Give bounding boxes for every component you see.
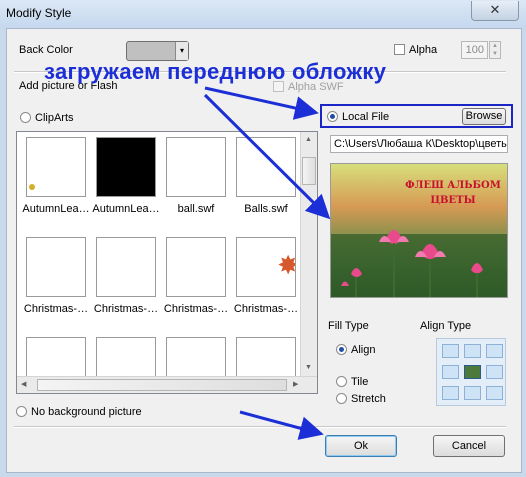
ok-button[interactable]: Ok <box>325 435 397 457</box>
scroll-thumb[interactable] <box>302 157 316 185</box>
clipart-label: AutumnLea… <box>92 203 160 215</box>
align-option[interactable] <box>486 386 503 400</box>
local-file-radio[interactable] <box>327 111 338 122</box>
align-option[interactable] <box>464 386 481 400</box>
align-option[interactable] <box>486 344 503 358</box>
no-background-label: No background picture <box>31 406 142 418</box>
window-title: Modify Style <box>6 6 72 20</box>
browse-button[interactable]: Browse <box>462 108 506 125</box>
title-bar[interactable] <box>0 0 526 28</box>
align-option[interactable] <box>464 365 481 379</box>
divider <box>14 426 506 428</box>
alpha-value-input[interactable]: 100 <box>461 41 488 59</box>
clipart-label: Christmas-… <box>163 303 229 315</box>
clipart-item[interactable]: Christmas-… <box>21 237 91 315</box>
clipart-label: AutumnLea… <box>22 203 90 215</box>
clipart-list[interactable]: AutumnLea… AutumnLea… ball.swf Balls.swf Chr… <box>16 131 318 394</box>
align-option[interactable] <box>464 344 481 358</box>
preview-caption-line1: ФЛЕШ АЛЬБОМ <box>405 180 501 191</box>
fill-align-radio[interactable] <box>336 344 347 355</box>
clipart-item[interactable]: AutumnLea… <box>21 137 91 215</box>
close-button[interactable]: ✕ <box>471 1 519 21</box>
align-type-label: Align Type <box>420 320 472 332</box>
clipart-label: ball.swf <box>177 203 215 215</box>
clipart-thumbnail <box>166 237 226 297</box>
align-option[interactable] <box>442 344 459 358</box>
clipart-thumbnail <box>26 137 86 197</box>
alpha-checkbox[interactable] <box>394 44 405 55</box>
clipart-item[interactable]: AutumnLea… <box>91 137 161 215</box>
annotation-text: загружаем переднюю обложку <box>44 59 387 84</box>
close-icon: ✕ <box>489 2 501 17</box>
fill-type-label: Fill Type <box>328 320 369 332</box>
clipart-label: Christmas-… <box>23 303 89 315</box>
back-color-picker[interactable]: ▾ <box>126 41 189 61</box>
clipart-thumbnail <box>96 237 156 297</box>
chevron-down-icon: ▾ <box>175 42 188 60</box>
align-option[interactable] <box>486 365 503 379</box>
clipart-item[interactable]: Christmas-… <box>91 237 161 315</box>
clipart-item[interactable]: ✸ Christmas-… <box>231 237 301 315</box>
clipart-item[interactable]: Christmas-… <box>161 237 231 315</box>
vertical-scrollbar[interactable]: ▲ ▼ <box>300 132 317 377</box>
fill-stretch-label: Stretch <box>351 393 386 405</box>
horizontal-scrollbar[interactable]: ◀ ▶ <box>17 376 317 393</box>
clipart-thumbnail <box>26 237 86 297</box>
fill-tile-label: Tile <box>351 376 369 388</box>
preview-image: ФЛЕШ АЛЬБОМ ЦВЕТЫ <box>330 163 508 298</box>
clipart-item[interactable]: Balls.swf <box>231 137 301 215</box>
clipart-thumbnail: ✸ <box>236 237 296 297</box>
align-type-grid <box>436 338 506 406</box>
scroll-up-icon[interactable]: ▲ <box>305 136 312 143</box>
preview-caption-line2: ЦВЕТЫ <box>430 195 476 206</box>
no-background-radio[interactable] <box>16 406 27 417</box>
fill-stretch-radio[interactable] <box>336 393 347 404</box>
cliparts-radio[interactable] <box>20 112 31 123</box>
clipart-item[interactable]: ball.swf <box>161 137 231 215</box>
alpha-spinner[interactable]: ▲ ▼ <box>489 41 501 59</box>
align-option[interactable] <box>442 386 459 400</box>
scroll-right-icon[interactable]: ▶ <box>293 380 298 388</box>
cliparts-label: ClipArts <box>35 112 74 124</box>
clipart-thumbnail <box>166 137 226 197</box>
clipart-thumbnail <box>236 137 296 197</box>
clipart-thumbnail <box>96 137 156 197</box>
alpha-label: Alpha <box>409 44 438 56</box>
clipart-label: Christmas-… <box>93 303 159 315</box>
local-file-label: Local File <box>342 111 390 123</box>
file-path-input[interactable]: C:\Users\Любаша К\Desktop\цветы <box>330 135 508 153</box>
clipart-label: Christmas-… <box>233 303 299 315</box>
fill-tile-radio[interactable] <box>336 376 347 387</box>
cancel-button[interactable]: Cancel <box>433 435 505 457</box>
align-option[interactable] <box>442 365 459 379</box>
preview-caption: ФЛЕШ АЛЬБОМ ЦВЕТЫ <box>401 178 505 208</box>
scroll-down-icon[interactable]: ▼ <box>305 364 312 371</box>
scroll-left-icon[interactable]: ◀ <box>21 380 26 388</box>
clipart-label: Balls.swf <box>244 203 288 215</box>
back-color-label: Back Color <box>19 44 73 56</box>
scroll-h-thumb[interactable] <box>37 379 287 391</box>
fill-align-label: Align <box>351 344 376 356</box>
